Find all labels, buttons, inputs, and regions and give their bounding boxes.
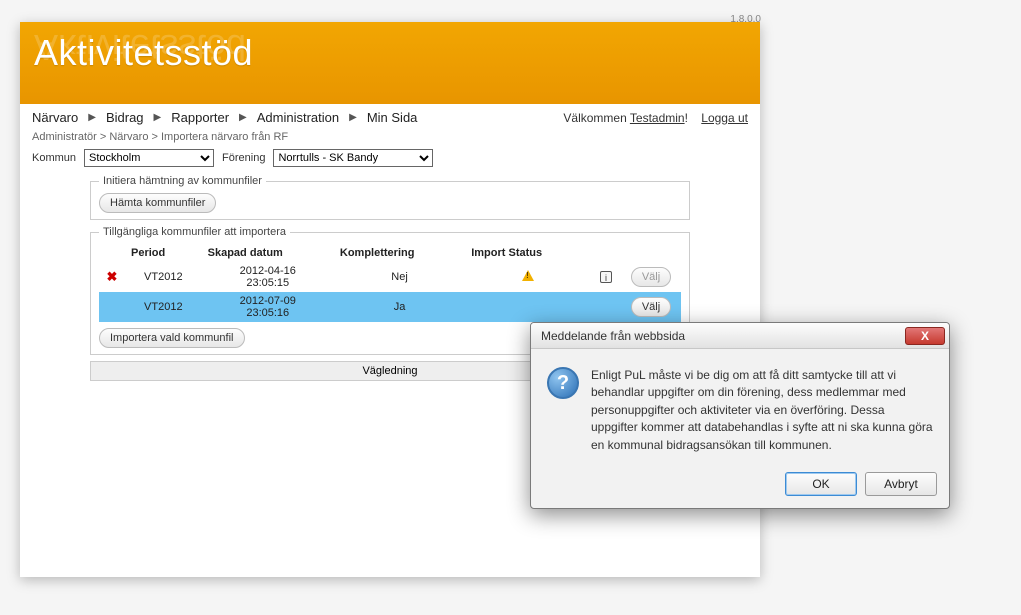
dialog-title-text: Meddelande från webbsida: [541, 329, 685, 343]
nav-separator: ▶: [349, 112, 357, 123]
cell-period: VT2012: [125, 262, 202, 292]
main-nav: Närvaro ▶ Bidrag ▶ Rapporter ▶ Administr…: [20, 104, 760, 129]
dialog-titlebar: Meddelande från webbsida X: [531, 323, 949, 349]
forening-select[interactable]: Norrtulls - SK Bandy: [273, 149, 433, 167]
dialog-message: Enligt PuL måste vi be dig om att få dit…: [591, 367, 933, 454]
ok-button[interactable]: OK: [785, 472, 857, 496]
cell-created: 2012-07-09 23:05:16: [202, 292, 334, 322]
col-period: Period: [125, 244, 202, 262]
warning-icon: [522, 270, 534, 281]
nav-minsida[interactable]: Min Sida: [367, 110, 418, 125]
logout-link[interactable]: Logga ut: [701, 111, 748, 125]
nav-separator: ▶: [239, 112, 247, 123]
col-komplettering: Komplettering: [334, 244, 465, 262]
username-link[interactable]: Testadmin: [630, 111, 685, 125]
nav-separator: ▶: [88, 112, 96, 123]
select-row-button[interactable]: Välj: [631, 297, 671, 317]
fetch-kommunfiler-button[interactable]: Hämta kommunfiler: [99, 193, 216, 213]
welcome-prefix: Välkommen: [563, 111, 629, 125]
nav-separator: ▶: [154, 112, 162, 123]
cell-created: 2012-04-16 23:05:15: [202, 262, 334, 292]
confirm-dialog: Meddelande från webbsida X ? Enligt PuL …: [530, 322, 950, 509]
initiate-legend: Initiera hämtning av kommunfiler: [99, 175, 266, 187]
files-legend: Tillgängliga kommunfiler att importera: [99, 226, 290, 238]
breadcrumb: Administratör > Närvaro > Importera närv…: [20, 129, 760, 149]
files-table: Period Skapad datum Komplettering Import…: [99, 244, 681, 322]
nav-narvaro[interactable]: Närvaro: [32, 110, 78, 125]
nav-rapporter[interactable]: Rapporter: [171, 110, 229, 125]
nav-administration[interactable]: Administration: [257, 110, 339, 125]
col-created: Skapad datum: [202, 244, 334, 262]
user-area: Välkommen Testadmin! Logga ut: [563, 111, 748, 125]
kommun-select[interactable]: Stockholm: [84, 149, 214, 167]
header: Aktivitetsstöd Aktivitetsstöd: [20, 22, 760, 104]
col-status: Import Status: [465, 244, 591, 262]
table-row: ✖ VT2012 2012-04-16 23:05:15 Nej i Välj: [99, 262, 681, 292]
help-icon[interactable]: i: [600, 271, 612, 283]
app-logo: Aktivitetsstöd: [34, 32, 253, 74]
cell-status: [465, 262, 591, 292]
filter-row: Kommun Stockholm Förening Norrtulls - SK…: [20, 149, 760, 175]
close-icon[interactable]: X: [905, 327, 945, 345]
cancel-button[interactable]: Avbryt: [865, 472, 937, 496]
select-row-button[interactable]: Välj: [631, 267, 671, 287]
welcome-suffix: !: [685, 111, 688, 125]
table-row: VT2012 2012-07-09 23:05:16 Ja Välj: [99, 292, 681, 322]
cell-period: VT2012: [125, 292, 202, 322]
cell-komplettering: Ja: [334, 292, 465, 322]
nav-bidrag[interactable]: Bidrag: [106, 110, 144, 125]
cell-komplettering: Nej: [334, 262, 465, 292]
kommun-label: Kommun: [32, 152, 76, 164]
question-icon: ?: [547, 367, 579, 399]
delete-row-icon[interactable]: ✖: [107, 269, 118, 284]
forening-label: Förening: [222, 152, 265, 164]
initiate-fieldset: Initiera hämtning av kommunfiler Hämta k…: [90, 175, 690, 220]
import-selected-button[interactable]: Importera vald kommunfil: [99, 328, 245, 348]
